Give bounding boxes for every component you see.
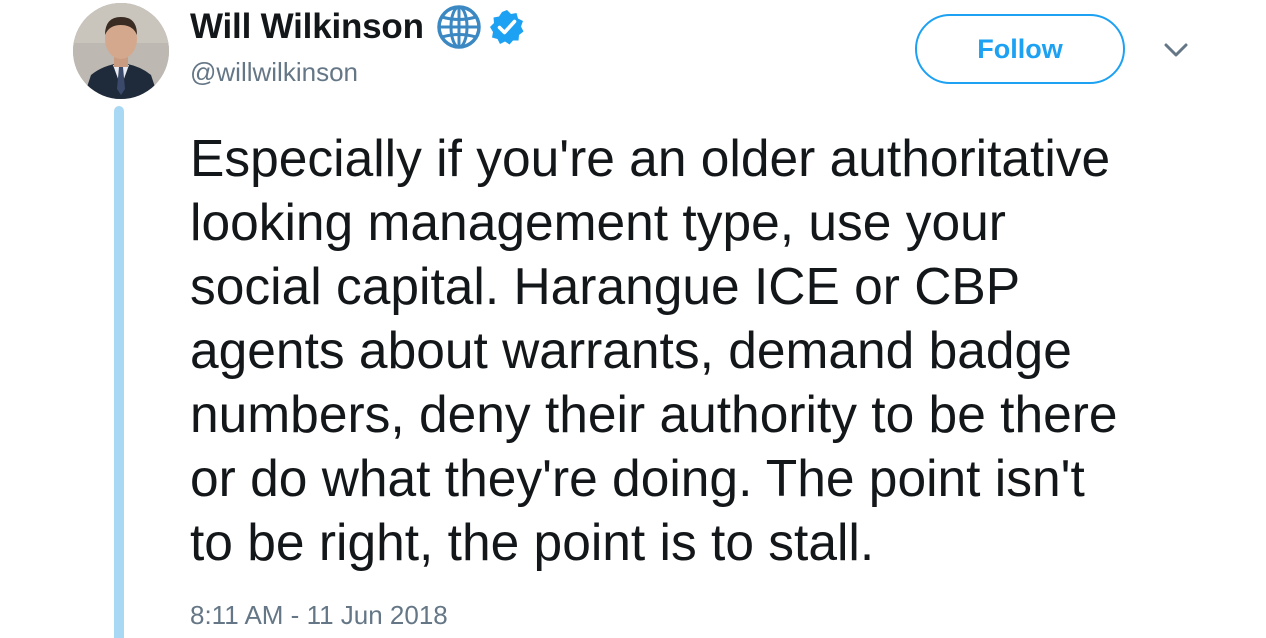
- verified-badge-icon: [488, 8, 526, 46]
- author-name-row: Will Wilkinson: [190, 4, 526, 50]
- tweet-text: Especially if you're an older authoritat…: [190, 129, 1118, 571]
- follow-button[interactable]: Follow: [915, 14, 1125, 84]
- chevron-down-icon[interactable]: [1160, 36, 1192, 64]
- author-handle[interactable]: @willwilkinson: [190, 57, 358, 88]
- globe-icon: [436, 4, 482, 50]
- avatar[interactable]: [73, 3, 169, 99]
- author-display-name[interactable]: Will Wilkinson: [190, 7, 424, 47]
- tweet-card: Will Wilkinson @willwilkinson Follow Esp…: [0, 0, 1266, 638]
- tweet-timestamp[interactable]: 8:11 AM - 11 Jun 2018: [190, 600, 448, 631]
- thread-line: [114, 106, 124, 638]
